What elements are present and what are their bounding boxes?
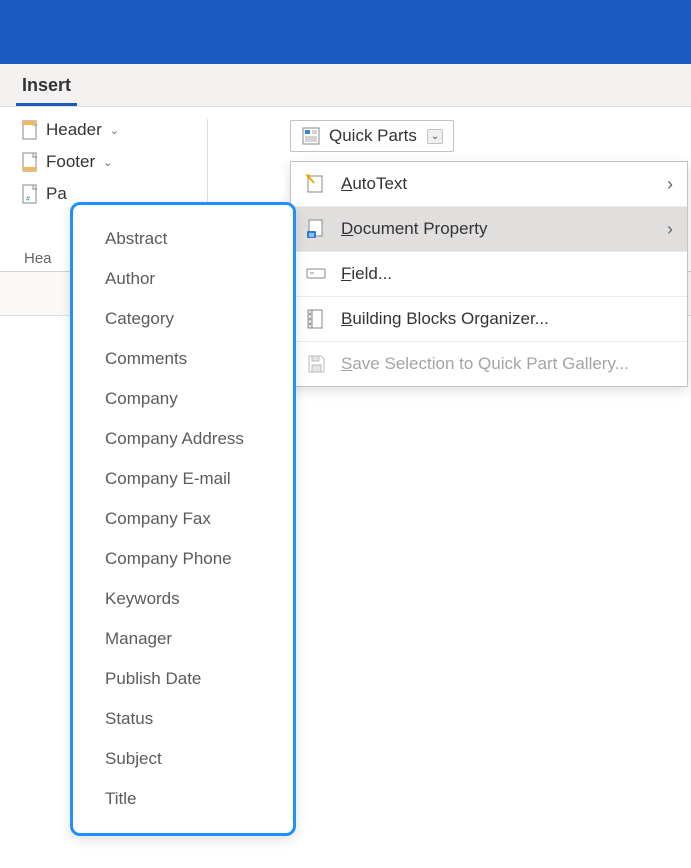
tab-insert[interactable]: Insert: [16, 67, 77, 106]
header-label: Header: [46, 120, 102, 140]
docprop-item[interactable]: Company Fax: [73, 499, 293, 539]
menu-document-property[interactable]: Document Property ›: [291, 206, 687, 251]
building-blocks-icon: [305, 308, 327, 330]
menu-field[interactable]: Field...: [291, 251, 687, 296]
chevron-down-icon: ⌄: [110, 124, 119, 137]
footer-button[interactable]: Footer ⌄: [18, 149, 190, 175]
docprop-item[interactable]: Comments: [73, 339, 293, 379]
docprop-item[interactable]: Company Address: [73, 419, 293, 459]
ribbon-tabs: Insert: [0, 64, 691, 107]
docprop-item[interactable]: Company Phone: [73, 539, 293, 579]
menu-autotext[interactable]: AutoText ›: [291, 162, 687, 206]
save-icon: [305, 353, 327, 375]
docprop-item[interactable]: Status: [73, 699, 293, 739]
docprop-item[interactable]: Subject: [73, 739, 293, 779]
docprop-item[interactable]: Category: [73, 299, 293, 339]
docprop-item[interactable]: Author: [73, 259, 293, 299]
chevron-right-icon: ›: [667, 219, 673, 240]
menu-label: Building Blocks Organizer...: [341, 309, 673, 329]
quick-parts-button[interactable]: Quick Parts ⌄: [290, 120, 454, 152]
menu-save-selection: Save Selection to Quick Part Gallery...: [291, 341, 687, 386]
menu-label: Document Property: [341, 219, 653, 239]
page-number-icon: #: [22, 184, 40, 204]
docprop-item[interactable]: Abstract: [73, 219, 293, 259]
field-icon: [305, 263, 327, 285]
document-property-submenu: Abstract Author Category Comments Compan…: [70, 202, 296, 836]
quick-parts-icon: [301, 126, 321, 146]
header-button[interactable]: Header ⌄: [18, 117, 190, 143]
menu-label: AutoText: [341, 174, 653, 194]
chevron-right-icon: ›: [667, 174, 673, 195]
group-label: Hea: [24, 250, 52, 267]
docprop-item[interactable]: Company: [73, 379, 293, 419]
docprop-item[interactable]: Publish Date: [73, 659, 293, 699]
menu-label: Save Selection to Quick Part Gallery...: [341, 354, 673, 374]
footer-label: Footer: [46, 152, 95, 172]
docprop-item[interactable]: Keywords: [73, 579, 293, 619]
chevron-down-icon: ⌄: [427, 129, 443, 144]
docprop-item[interactable]: Title: [73, 779, 293, 819]
title-bar: [0, 0, 691, 64]
docprop-item[interactable]: Manager: [73, 619, 293, 659]
quick-parts-menu: AutoText › Document Property › Field... …: [290, 161, 688, 387]
chevron-down-icon: ⌄: [103, 156, 112, 169]
header-icon: [22, 120, 40, 140]
docprop-item[interactable]: Company E-mail: [73, 459, 293, 499]
quick-parts-label: Quick Parts: [329, 126, 417, 146]
document-property-icon: [305, 218, 327, 240]
footer-icon: [22, 152, 40, 172]
page-number-label: Pa: [46, 184, 67, 204]
menu-building-blocks[interactable]: Building Blocks Organizer...: [291, 296, 687, 341]
svg-text:#: #: [26, 196, 30, 203]
autotext-icon: [305, 173, 327, 195]
menu-label: Field...: [341, 264, 673, 284]
